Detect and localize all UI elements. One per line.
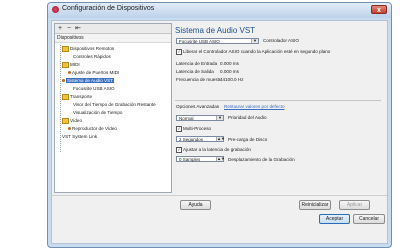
folder-icon: [62, 94, 69, 100]
cancel-button[interactable]: Cancelar: [353, 214, 385, 224]
chevron-down-icon: ▼: [251, 39, 258, 43]
output-latency-value: 0.000 ms: [220, 69, 239, 74]
apply-button[interactable]: Aplicar: [339, 200, 370, 210]
disk-preload-label: Pre-carga de Disco: [228, 137, 268, 142]
panel-title: Sistema de Audio VST: [175, 26, 256, 35]
asio-driver-label: Controlador ASIO: [263, 38, 300, 43]
chevron-down-icon: ▼: [216, 116, 223, 120]
tree-item-vst-audio-system[interactable]: Sistema de Audio VST: [62, 78, 114, 84]
multiprocess-checkbox[interactable]: ✓: [176, 126, 182, 132]
advanced-options-label: Opciones Avanzadas: [176, 104, 220, 109]
tree-item-midi-ports[interactable]: Ajuste de Puertos MIDI: [68, 70, 119, 76]
audio-device-icon: [62, 79, 65, 83]
settings-panel: Sistema de Audio VST Focusrite USB ASIO …: [173, 23, 385, 191]
tree-item-midi[interactable]: MIDI: [62, 62, 80, 68]
title-bar[interactable]: Configuración de Dispositivos x: [48, 3, 391, 18]
tree-item-focusrite[interactable]: Focusrite USB ASIO: [73, 86, 115, 92]
tree-item-record-time-display[interactable]: Visor del Tiempo de Grabación Restante: [73, 102, 156, 108]
tree-item-vst-system-link[interactable]: VST System Link: [62, 134, 97, 140]
close-button[interactable]: x: [371, 5, 387, 14]
help-button[interactable]: Ayuda: [180, 200, 211, 210]
cubase-logo-icon: [52, 6, 59, 13]
release-driver-checkbox[interactable]: ✓: [176, 49, 182, 55]
multiprocess-label: Multi-Proceso: [183, 126, 212, 131]
sample-rate-value: 44100.0 Hz: [220, 77, 244, 82]
bottom-divider: [52, 195, 387, 196]
asio-driver-select[interactable]: Focusrite USB ASIO ▼: [176, 38, 259, 44]
tree-item-remote-devices[interactable]: Dispositivos Remotos: [62, 46, 114, 52]
tree-item-video[interactable]: Vídeo: [62, 118, 82, 124]
tree-item-video-player[interactable]: Reproductor de Vídeo: [68, 126, 117, 132]
record-shift-label: Desplazamiento de la Grabación: [228, 157, 295, 162]
tree-header: Dispositivos: [55, 34, 171, 43]
midi-port-icon: [68, 71, 71, 75]
restore-defaults-link[interactable]: Restaurar valores por defecto: [224, 104, 285, 109]
window-title: Configuración de Dispositivos: [62, 5, 155, 12]
tree-toolbar: + − ⇤: [55, 24, 171, 34]
input-latency-value: 0.000 ms: [220, 61, 239, 66]
folder-icon: [62, 46, 69, 52]
folder-icon: [62, 62, 69, 68]
tree-item-quick-controls[interactable]: Controles Rápidos: [73, 54, 111, 60]
chevron-down-icon: ▲▼: [216, 136, 225, 141]
sample-rate-label: Frecuencia de muestr.: [176, 77, 222, 82]
device-tree-panel: + − ⇤ Dispositivos Dispositivos Remotos …: [54, 23, 172, 193]
output-latency-label: Latencia de Salida: [176, 69, 214, 74]
audio-priority-select[interactable]: Normal ▼: [176, 115, 224, 121]
input-latency-label: Latencia de Entrada: [176, 61, 218, 66]
adjust-latency-checkbox[interactable]: ✓: [176, 147, 182, 153]
disk-preload-select[interactable]: 2 Segundos ▲▼: [176, 136, 225, 142]
dialog-client: + − ⇤ Dispositivos Dispositivos Remotos …: [51, 20, 388, 244]
stepper-arrows-icon: ▲▼: [216, 156, 225, 161]
remove-icon[interactable]: −: [65, 25, 73, 32]
adjust-latency-label: Ajustar a la latencia de grabación: [183, 147, 251, 152]
reset-icon[interactable]: ⇤: [74, 25, 82, 32]
device-setup-window: Configuración de Dispositivos x + − ⇤ Di…: [47, 2, 392, 248]
record-shift-stepper[interactable]: 0 Samples ▲▼: [176, 156, 225, 162]
folder-icon: [62, 118, 69, 124]
tree-connector: [60, 45, 61, 152]
video-device-icon: [68, 127, 71, 131]
tree-item-time-display[interactable]: Visualización de Tiempo: [73, 110, 122, 116]
add-icon[interactable]: +: [56, 25, 64, 32]
release-driver-label: Liberar el Controlador ASIO cuando la Ap…: [183, 49, 331, 54]
section-divider: [175, 100, 381, 101]
tree-item-transport[interactable]: Transporte: [62, 94, 92, 100]
reset-button[interactable]: Reinicializar: [299, 200, 331, 210]
audio-priority-label: Prioridad del Audio: [228, 115, 267, 120]
accept-button[interactable]: Aceptar: [319, 214, 350, 224]
